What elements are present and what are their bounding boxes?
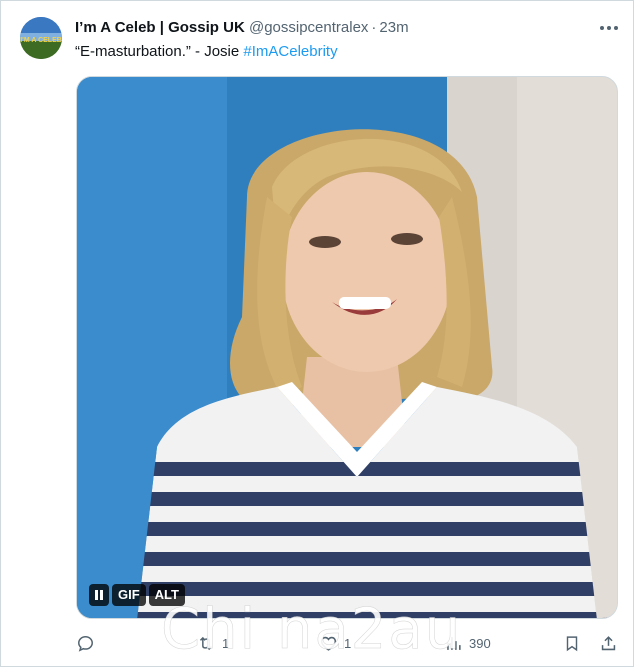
hashtag-link[interactable]: #ImACelebrity <box>243 43 337 60</box>
author-display-name[interactable]: I’m A Celeb | Gossip UK <box>75 19 245 36</box>
gif-controls: GIF ALT <box>89 584 185 606</box>
like-icon <box>320 636 337 651</box>
author-handle[interactable]: @gossipcentralex <box>249 19 368 36</box>
share-button[interactable] <box>599 629 618 657</box>
alt-text-button[interactable]: ALT <box>148 584 185 606</box>
tweet-quote: “E-masturbation.” - Josie <box>75 43 244 60</box>
more-icon[interactable] <box>597 19 621 37</box>
tweet-header: I’m A Celeb | Gossip UK @gossipcentralex… <box>75 18 409 40</box>
views-icon <box>447 636 461 650</box>
gif-media[interactable] <box>76 76 618 619</box>
reply-icon <box>78 635 93 652</box>
views-count: 390 <box>469 635 491 651</box>
tweet-card[interactable]: I'M A CELEB I’m A Celeb | Gossip UK @gos… <box>0 0 634 667</box>
pause-icon[interactable] <box>89 584 109 606</box>
avatar-logo-text: I'M A CELEB <box>20 37 62 44</box>
retweet-count: 1 <box>222 635 230 651</box>
separator-dot: · <box>371 19 377 36</box>
tweet-text: “E-masturbation.” - Josie #ImACelebrity <box>75 42 338 62</box>
retweet-button[interactable]: 1 <box>196 629 229 657</box>
timestamp[interactable]: 23m <box>379 19 408 36</box>
avatar[interactable]: I'M A CELEB <box>20 17 62 59</box>
retweet-icon <box>199 636 213 650</box>
share-icon <box>601 635 616 650</box>
bookmark-icon <box>566 635 578 651</box>
bookmark-button[interactable] <box>563 629 581 657</box>
tweet-actions: 1 1 390 <box>76 629 621 657</box>
views-button[interactable]: 390 <box>444 629 491 657</box>
gif-badge: GIF <box>112 584 146 606</box>
reply-button[interactable] <box>76 629 101 657</box>
like-button[interactable]: 1 <box>319 629 351 657</box>
like-count: 1 <box>344 635 352 651</box>
